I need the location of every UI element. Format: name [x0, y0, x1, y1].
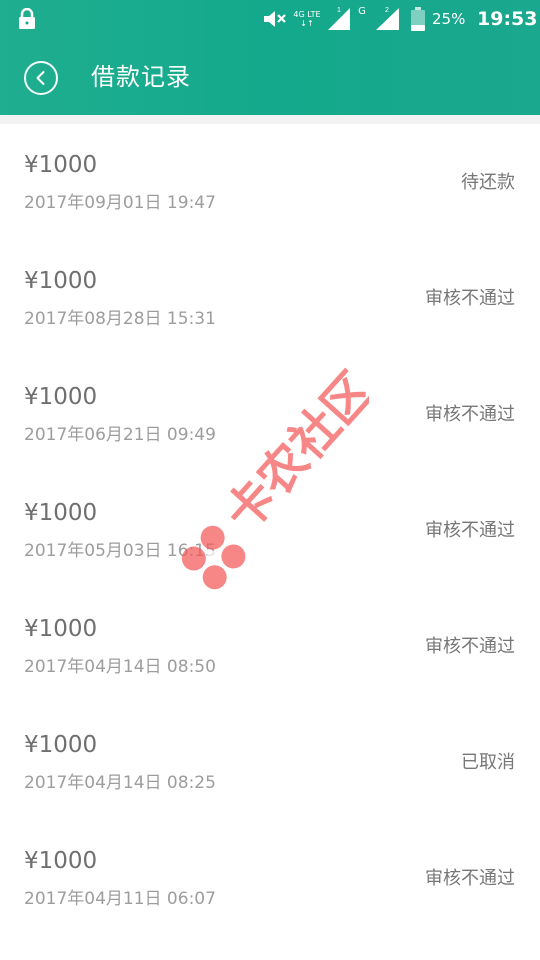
record-status: 审核不通过	[425, 404, 515, 425]
record-amount: ¥1000	[24, 268, 98, 294]
volume-muted-icon	[262, 8, 288, 30]
record-datetime: 2017年04月11日 06:07	[24, 889, 216, 909]
record-status: 已取消	[461, 752, 515, 773]
record-amount: ¥1000	[24, 616, 98, 642]
network-g-label: G	[358, 5, 366, 17]
record-amount: ¥1000	[24, 152, 98, 178]
record-status: 审核不通过	[425, 288, 515, 309]
record-datetime: 2017年06月21日 09:49	[24, 425, 216, 445]
loan-record-item[interactable]: ¥1000 2017年08月28日 15:31 审核不通过	[0, 240, 540, 356]
loan-record-item[interactable]: ¥1000 2017年04月11日 06:07 审核不通过	[0, 820, 540, 936]
record-datetime: 2017年04月14日 08:50	[24, 657, 216, 677]
back-button[interactable]	[24, 61, 58, 95]
top-bar: 4G LTE ↓↑ 1 G 2 25% 19:53 借款记录	[0, 0, 540, 115]
chevron-left-icon	[36, 71, 45, 85]
clock: 19:53	[477, 8, 538, 30]
data-arrows-icon: ↓↑	[300, 19, 314, 28]
record-datetime: 2017年05月03日 16:15	[24, 541, 216, 561]
sim2-label: 2	[385, 7, 389, 14]
loan-record-item[interactable]: ¥1000 2017年04月14日 08:25 已取消	[0, 704, 540, 820]
record-status: 待还款	[461, 172, 515, 193]
record-amount: ¥1000	[24, 384, 98, 410]
record-datetime: 2017年09月01日 19:47	[24, 193, 216, 213]
page-title: 借款记录	[91, 63, 191, 91]
status-bar: 4G LTE ↓↑ 1 G 2 25% 19:53	[0, 0, 540, 38]
battery-percentage: 25%	[432, 10, 466, 28]
loan-record-list: ¥1000 2017年09月01日 19:47 待还款 ¥1000 2017年0…	[0, 124, 540, 936]
signal-strength-icon: 1	[326, 6, 352, 32]
record-status: 审核不通过	[425, 868, 515, 889]
record-amount: ¥1000	[24, 732, 98, 758]
loan-record-item[interactable]: ¥1000 2017年05月03日 16:15 审核不通过	[0, 472, 540, 588]
record-amount: ¥1000	[24, 848, 98, 874]
record-amount: ¥1000	[24, 500, 98, 526]
network-type-icon: 4G LTE ↓↑	[292, 6, 322, 32]
signal-strength-icon: 2	[372, 6, 402, 32]
loan-record-item[interactable]: ¥1000 2017年04月14日 08:50 审核不通过	[0, 588, 540, 704]
record-status: 审核不通过	[425, 520, 515, 541]
sim1-label: 1	[337, 7, 341, 14]
loan-record-item[interactable]: ¥1000 2017年06月21日 09:49 审核不通过	[0, 356, 540, 472]
network-type-label: 4G LTE	[293, 10, 321, 19]
record-status: 审核不通过	[425, 636, 515, 657]
record-datetime: 2017年04月14日 08:25	[24, 773, 216, 793]
screen: 4G LTE ↓↑ 1 G 2 25% 19:53 借款记录 ¥1000 201…	[0, 0, 540, 960]
header-divider	[0, 115, 540, 124]
record-datetime: 2017年08月28日 15:31	[24, 309, 216, 329]
lock-icon	[16, 8, 38, 30]
battery-icon	[410, 6, 426, 32]
loan-record-item[interactable]: ¥1000 2017年09月01日 19:47 待还款	[0, 124, 540, 240]
